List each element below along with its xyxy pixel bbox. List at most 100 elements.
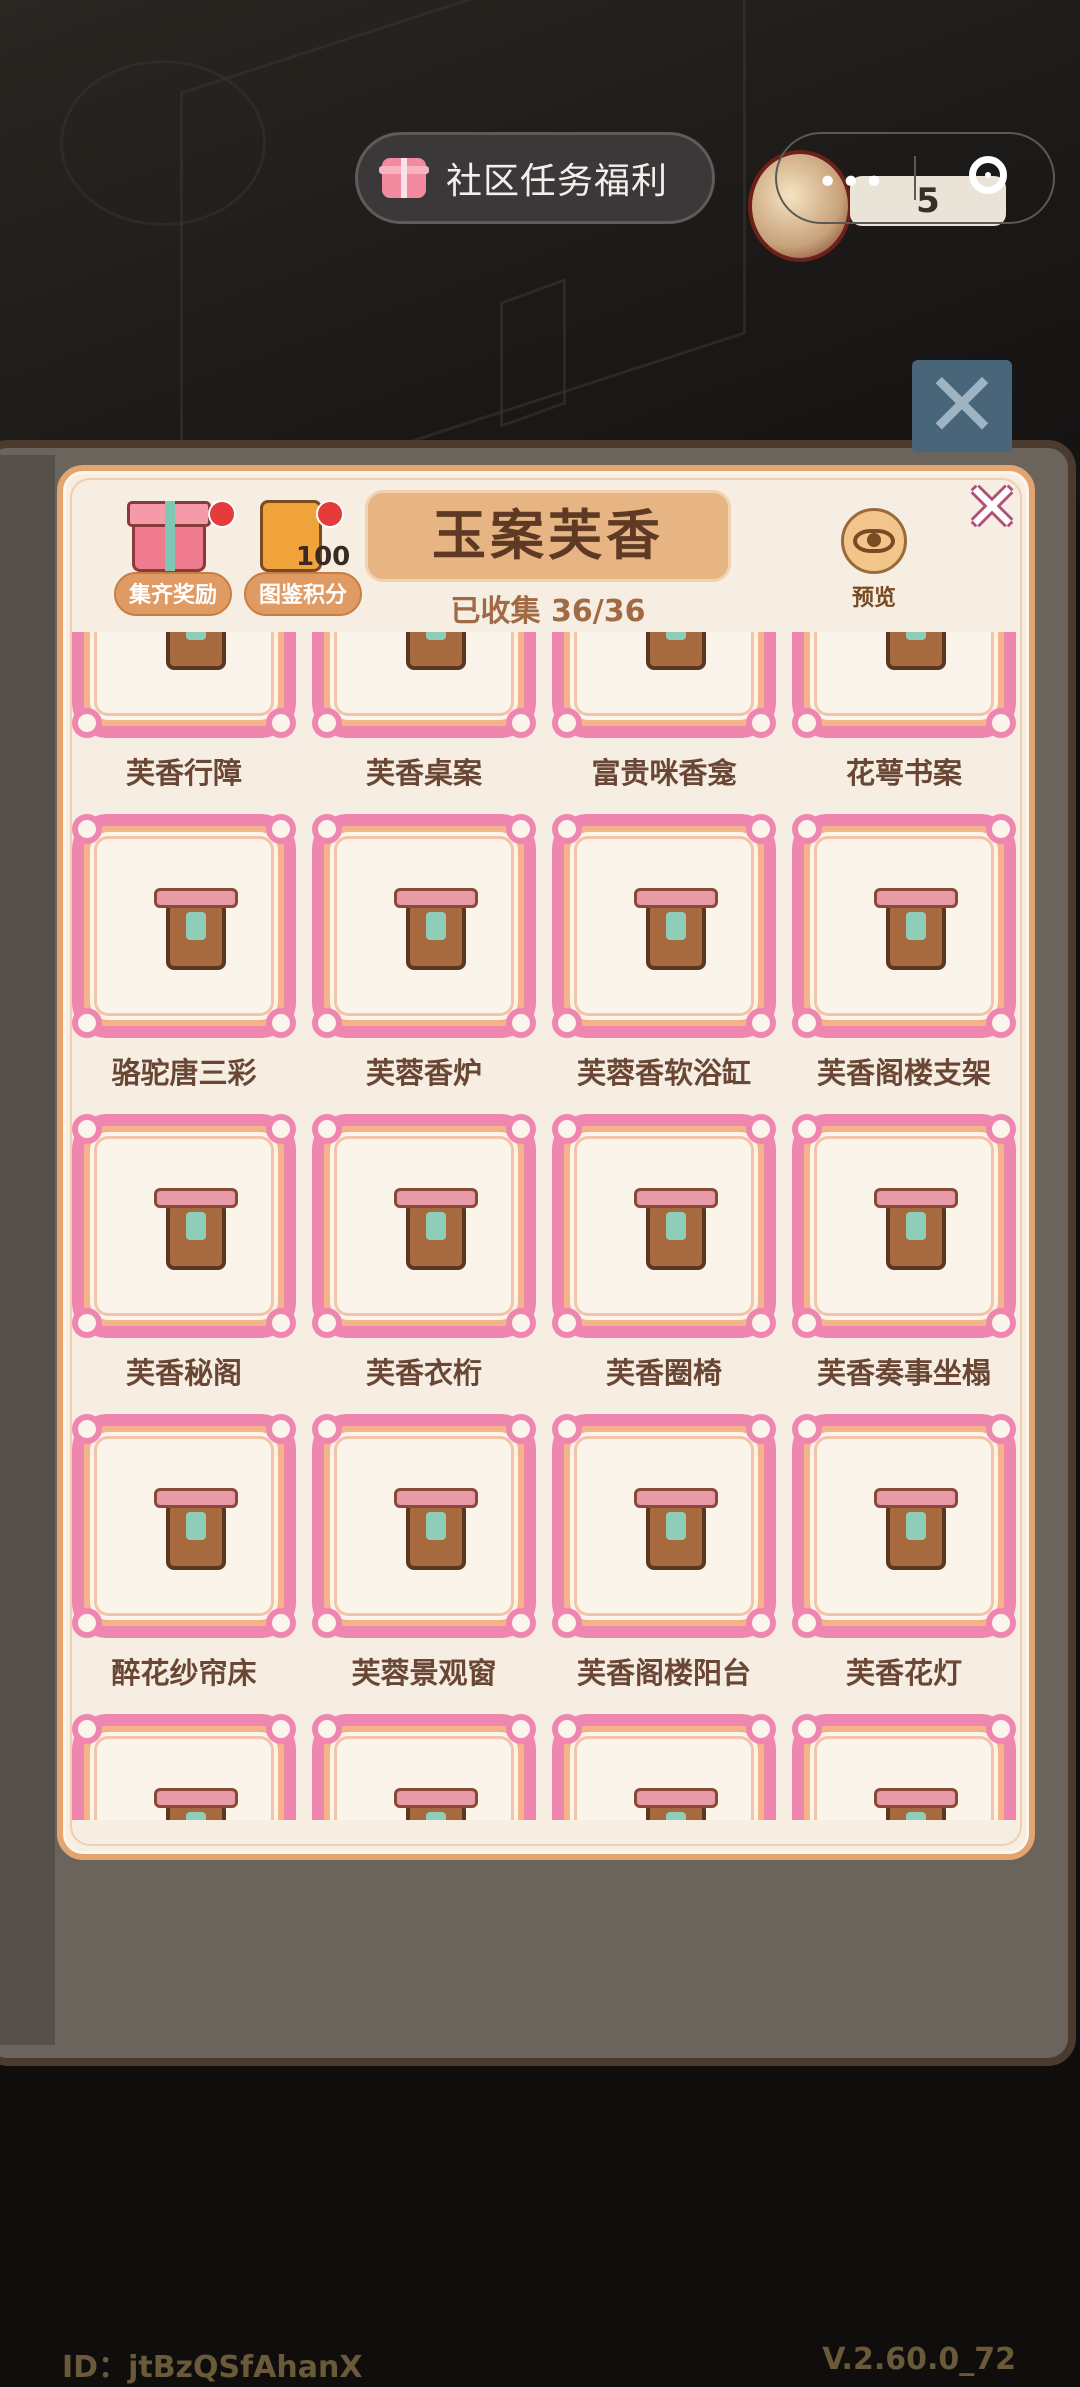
frame-knot <box>792 708 822 738</box>
collection-item-card[interactable]: 芙蓉景观窗 <box>312 1414 536 1714</box>
collection-item-card[interactable] <box>552 1714 776 1820</box>
item-grid[interactable]: 芙香行障 芙香桌案 富贵咪香龛 花萼书案 骆驼唐三彩 芙蓉香炉 芙蓉香软浴缸 芙香阁楼支架 芙香… <box>68 632 1024 1820</box>
collection-item-card[interactable]: 花萼书案 <box>792 632 1016 814</box>
frame-knot <box>986 814 1016 844</box>
ornate-frame <box>72 632 296 738</box>
frame-knot <box>72 1114 102 1144</box>
furniture-icon <box>626 1484 726 1584</box>
mini-program-capsule: ••• <box>775 132 1055 224</box>
furniture-top <box>874 1488 958 1508</box>
frame-knot <box>506 1608 536 1638</box>
collection-item-card[interactable]: 芙香秘阁 <box>72 1114 296 1414</box>
codex-points-button[interactable]: 100 图鉴积分 <box>244 500 362 620</box>
ornate-frame <box>552 632 776 738</box>
frame-knot <box>72 1008 102 1038</box>
collection-item-card[interactable]: 醉花纱帘床 <box>72 1414 296 1714</box>
frame-knot <box>792 1608 822 1638</box>
furniture-accent <box>906 632 926 640</box>
frame-knot <box>746 1008 776 1038</box>
item-name: 醉花纱帘床 <box>111 1656 257 1690</box>
furniture-top <box>634 1788 718 1808</box>
item-name: 芙香奏事坐榻 <box>816 1356 991 1390</box>
set-reward-button[interactable]: 集齐奖励 <box>114 500 236 620</box>
frame-knot <box>746 1308 776 1338</box>
ornate-frame <box>792 1714 1016 1820</box>
furniture-accent <box>666 632 686 640</box>
furniture-top <box>634 1488 718 1508</box>
preview-button[interactable]: 预览 <box>832 508 916 628</box>
collection-item-card[interactable] <box>72 1714 296 1820</box>
collection-item-card[interactable]: 芙香衣桁 <box>312 1114 536 1414</box>
collection-title: 玉案芙香 <box>365 490 731 582</box>
collected-count: 已收集 36/36 <box>450 594 646 629</box>
collection-item-card[interactable]: 芙香行障 <box>72 632 296 814</box>
furniture-icon <box>386 1184 486 1284</box>
more-menu-icon[interactable]: ••• <box>817 162 887 203</box>
background-close-icon[interactable]: ✕ <box>912 360 1012 452</box>
furniture-icon <box>626 884 726 984</box>
collection-item-card[interactable] <box>792 1714 1016 1820</box>
furniture-top <box>874 1788 958 1808</box>
notification-dot <box>316 500 344 528</box>
furniture-icon <box>866 1184 966 1284</box>
collection-item-card[interactable]: 富贵咪香龛 <box>552 632 776 814</box>
community-task-welfare-button[interactable]: 社区任务福利 <box>355 132 715 224</box>
frame-knot <box>792 1308 822 1338</box>
frame-knot <box>312 1414 342 1444</box>
frame-knot <box>312 1608 342 1638</box>
version-label: V.2.60.0_72 <box>822 2342 1016 2377</box>
furniture-icon <box>626 1184 726 1284</box>
item-name: 芙蓉香炉 <box>365 1056 482 1090</box>
frame-knot <box>72 1308 102 1338</box>
ornate-frame <box>792 632 1016 738</box>
furniture-accent <box>666 1212 686 1240</box>
item-name: 芙香阁楼阳台 <box>576 1656 751 1690</box>
frame-knot <box>986 1308 1016 1338</box>
ornate-frame <box>552 814 776 1038</box>
frame-knot <box>72 1414 102 1444</box>
furniture-icon <box>626 632 726 684</box>
collection-item-card[interactable]: 芙蓉香炉 <box>312 814 536 1114</box>
collection-item-card[interactable]: 芙香桌案 <box>312 632 536 814</box>
scene-lamp-outline <box>60 60 266 226</box>
exit-icon[interactable] <box>969 156 1007 194</box>
collection-item-card[interactable]: 芙香奏事坐榻 <box>792 1114 1016 1414</box>
collection-item-card[interactable]: 骆驼唐三彩 <box>72 814 296 1114</box>
furniture-top <box>634 1188 718 1208</box>
frame-knot <box>986 1714 1016 1744</box>
furniture-icon <box>386 1784 486 1820</box>
frame-knot <box>266 1608 296 1638</box>
panel-close-icon[interactable]: ✕ <box>962 475 1022 541</box>
frame-knot <box>792 814 822 844</box>
collection-item-card[interactable]: 芙香圈椅 <box>552 1114 776 1414</box>
collection-item-card[interactable]: 芙蓉香软浴缸 <box>552 814 776 1114</box>
collection-item-card[interactable]: 芙香阁楼支架 <box>792 814 1016 1114</box>
item-name: 芙香行障 <box>125 756 242 790</box>
player-id: ID：jtBzQSfAhanX <box>62 2350 363 2385</box>
frame-knot <box>792 1714 822 1744</box>
item-name: 芙香衣桁 <box>365 1356 482 1390</box>
frame-knot <box>72 814 102 844</box>
furniture-top <box>394 1188 478 1208</box>
furniture-icon <box>146 632 246 684</box>
eye-icon <box>841 508 907 574</box>
furniture-top <box>394 1788 478 1808</box>
frame-knot <box>506 814 536 844</box>
frame-knot <box>552 1308 582 1338</box>
item-name: 芙蓉香软浴缸 <box>576 1056 751 1090</box>
frame-knot <box>792 1114 822 1144</box>
furniture-accent <box>666 1512 686 1540</box>
gift-icon <box>379 158 429 198</box>
frame-knot <box>266 1308 296 1338</box>
collection-item-card[interactable] <box>312 1714 536 1820</box>
collection-item-card[interactable]: 芙香花灯 <box>792 1414 1016 1714</box>
furniture-top <box>874 1188 958 1208</box>
collection-item-card[interactable]: 芙香阁楼阳台 <box>552 1414 776 1714</box>
preview-label: 预览 <box>851 586 896 611</box>
furniture-icon <box>146 884 246 984</box>
furniture-top <box>154 1188 238 1208</box>
ornate-frame <box>312 1114 536 1338</box>
item-name: 芙香阁楼支架 <box>816 1056 991 1090</box>
frame-knot <box>312 1114 342 1144</box>
furniture-accent <box>906 1212 926 1240</box>
